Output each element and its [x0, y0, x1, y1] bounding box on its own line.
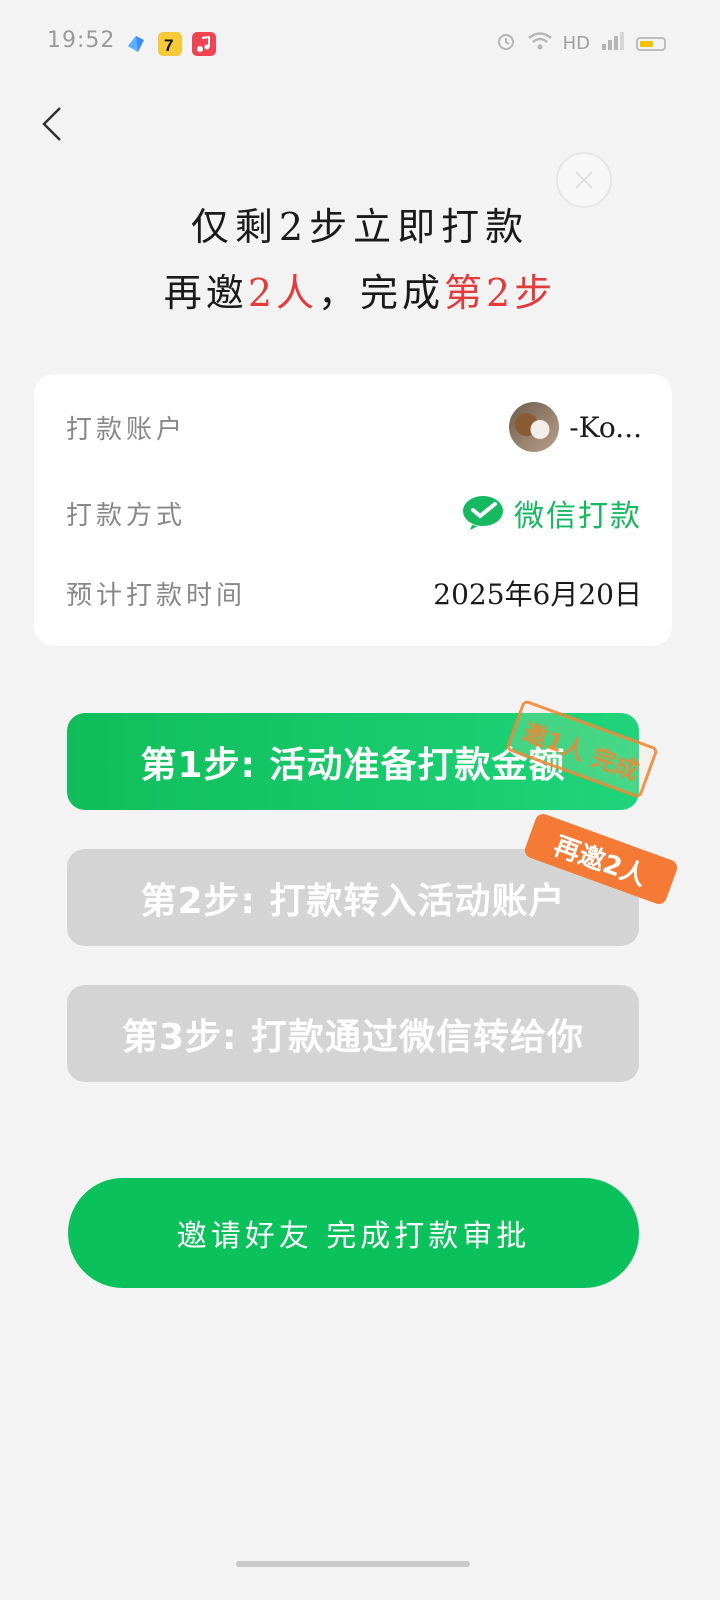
back-button[interactable]: [36, 104, 76, 144]
game-app-icon: 7: [158, 32, 182, 56]
network-type-label: HD: [562, 33, 590, 54]
payout-method-label: 打款方式: [66, 500, 187, 531]
home-indicator[interactable]: [236, 1561, 470, 1567]
wechat-check-icon: [463, 496, 503, 530]
headline-invite: 再邀2人，完成第2步: [0, 262, 720, 317]
payout-account-row: 打款账户 -Ko...: [66, 402, 642, 452]
account-name: -Ko...: [569, 410, 642, 444]
payout-info-card: 打款账户 -Ko... 打款方式 微信打款 预计打款时间 2025年6月20日: [34, 374, 672, 646]
svg-text:7: 7: [164, 36, 173, 55]
headline-step: 第2步: [444, 271, 557, 315]
status-bar: 19:52 7 HD: [0, 0, 720, 88]
alarm-icon: [495, 30, 517, 57]
wifi-icon: [527, 31, 553, 56]
payout-date-value: 2025年6月20日: [433, 578, 642, 611]
avatar: [509, 402, 560, 452]
payout-account-label: 打款账户: [66, 414, 187, 445]
message-app-icon: [124, 32, 148, 56]
battery-icon: [636, 36, 666, 51]
payout-date-label: 预计打款时间: [66, 580, 247, 611]
chevron-left-icon: [42, 107, 61, 141]
wechat-payout-text: 微信打款: [514, 499, 642, 534]
invite-friends-button[interactable]: 邀请好友 完成打款审批: [68, 1178, 639, 1288]
headline-remaining-steps: 仅剩2步立即打款: [190, 205, 530, 249]
status-time: 19:52: [47, 28, 116, 53]
payout-method-value: 微信打款: [462, 491, 642, 535]
music-app-icon: [192, 32, 216, 56]
headline-middle: ，完成: [318, 271, 445, 315]
step-3-button[interactable]: 第3步: 打款通过微信转给你: [67, 985, 639, 1082]
headline-invite-count: 2人: [247, 271, 318, 315]
payout-date-row: 预计打款时间 2025年6月20日: [66, 568, 642, 618]
signal-icon: [600, 31, 626, 56]
payout-method-row: 打款方式 微信打款: [66, 488, 642, 538]
headline-prefix: 再邀: [163, 271, 248, 315]
payout-account-value: -Ko...: [509, 402, 642, 452]
